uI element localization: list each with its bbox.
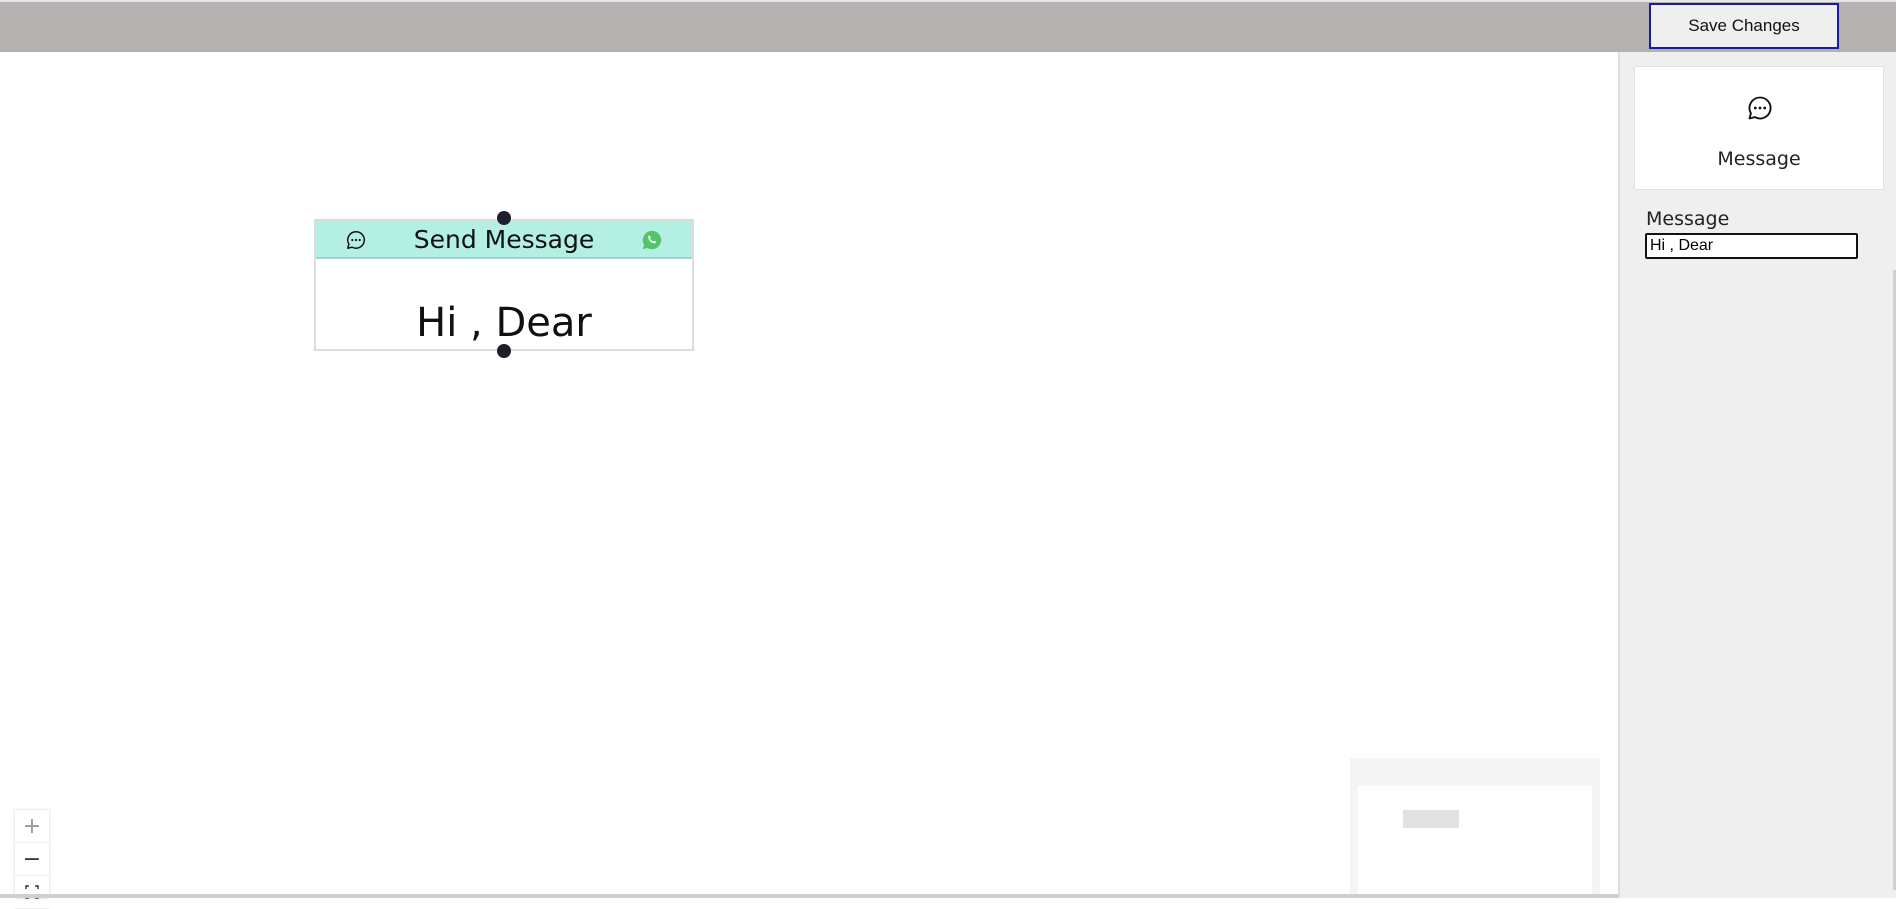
zoom-out-button[interactable]: − (15, 843, 49, 876)
node-title: Send Message (413, 225, 595, 254)
zoom-controls: + − (15, 810, 49, 909)
card-label: Message (1717, 148, 1801, 170)
horizontal-scrollbar[interactable] (0, 894, 1896, 898)
message-node-card[interactable]: Message (1634, 66, 1884, 190)
send-message-node[interactable]: Send Message Hi , Dear (314, 219, 694, 351)
settings-sidebar: Message Message (1618, 52, 1896, 898)
minimap-viewport (1358, 786, 1592, 898)
node-message-text: Hi , Dear (416, 300, 592, 346)
fit-view-button[interactable] (15, 876, 49, 909)
message-bubble-icon (1748, 96, 1772, 120)
node-header[interactable]: Send Message (316, 221, 692, 259)
node-input-handle[interactable] (497, 211, 511, 225)
top-bar: Save Changes (0, 0, 1896, 52)
node-output-handle[interactable] (497, 344, 511, 358)
message-input[interactable] (1645, 233, 1858, 259)
minimap[interactable] (1350, 758, 1600, 898)
minimap-node (1403, 810, 1459, 828)
save-changes-button[interactable]: Save Changes (1649, 3, 1839, 49)
message-field-label: Message (1646, 208, 1730, 230)
whatsapp-icon (642, 230, 662, 250)
zoom-in-button[interactable]: + (15, 810, 49, 843)
